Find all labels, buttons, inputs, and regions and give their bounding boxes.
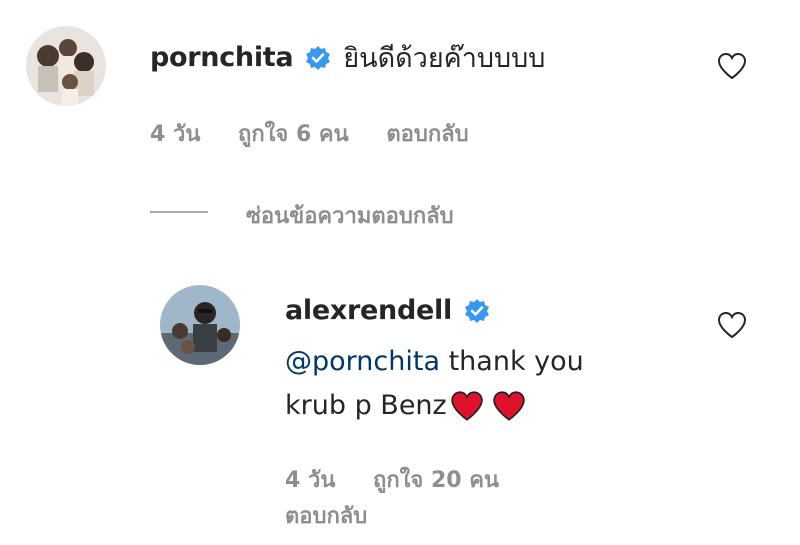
red-heart-emoji-icon bbox=[449, 390, 527, 422]
verified-badge-icon bbox=[464, 298, 490, 324]
comment-text-line: thank you bbox=[440, 346, 584, 377]
like-heart-icon[interactable] bbox=[717, 311, 747, 339]
comment-time[interactable]: 4 วัน bbox=[150, 122, 200, 147]
comment-likes[interactable]: ถูกใจ 6 คน bbox=[238, 122, 349, 147]
comment-username[interactable]: pornchita bbox=[150, 42, 294, 73]
avatar-alexrendell[interactable] bbox=[160, 285, 240, 365]
mention-link[interactable]: @pornchita bbox=[285, 346, 440, 377]
hide-replies-button[interactable]: ซ่อนข้อความตอบกลับ bbox=[246, 198, 454, 233]
comment-text-line: krub p Benz bbox=[285, 390, 447, 421]
comment-body: @pornchita thank you krub p Benz bbox=[285, 340, 584, 428]
like-heart-icon[interactable] bbox=[717, 52, 747, 80]
comment-likes[interactable]: ถูกใจ 20 คน bbox=[373, 468, 499, 493]
verified-badge-icon bbox=[305, 45, 331, 71]
comment-text: ยินดีด้วยค๊าบบบบ bbox=[343, 43, 546, 74]
avatar-pornchita[interactable] bbox=[26, 26, 106, 106]
comment-time[interactable]: 4 วัน bbox=[285, 468, 335, 493]
comment-username[interactable]: alexrendell bbox=[285, 295, 452, 326]
replies-divider-line bbox=[150, 211, 208, 213]
reply-button[interactable]: ตอบกลับ bbox=[285, 498, 367, 533]
reply-button[interactable]: ตอบกลับ bbox=[386, 122, 468, 147]
